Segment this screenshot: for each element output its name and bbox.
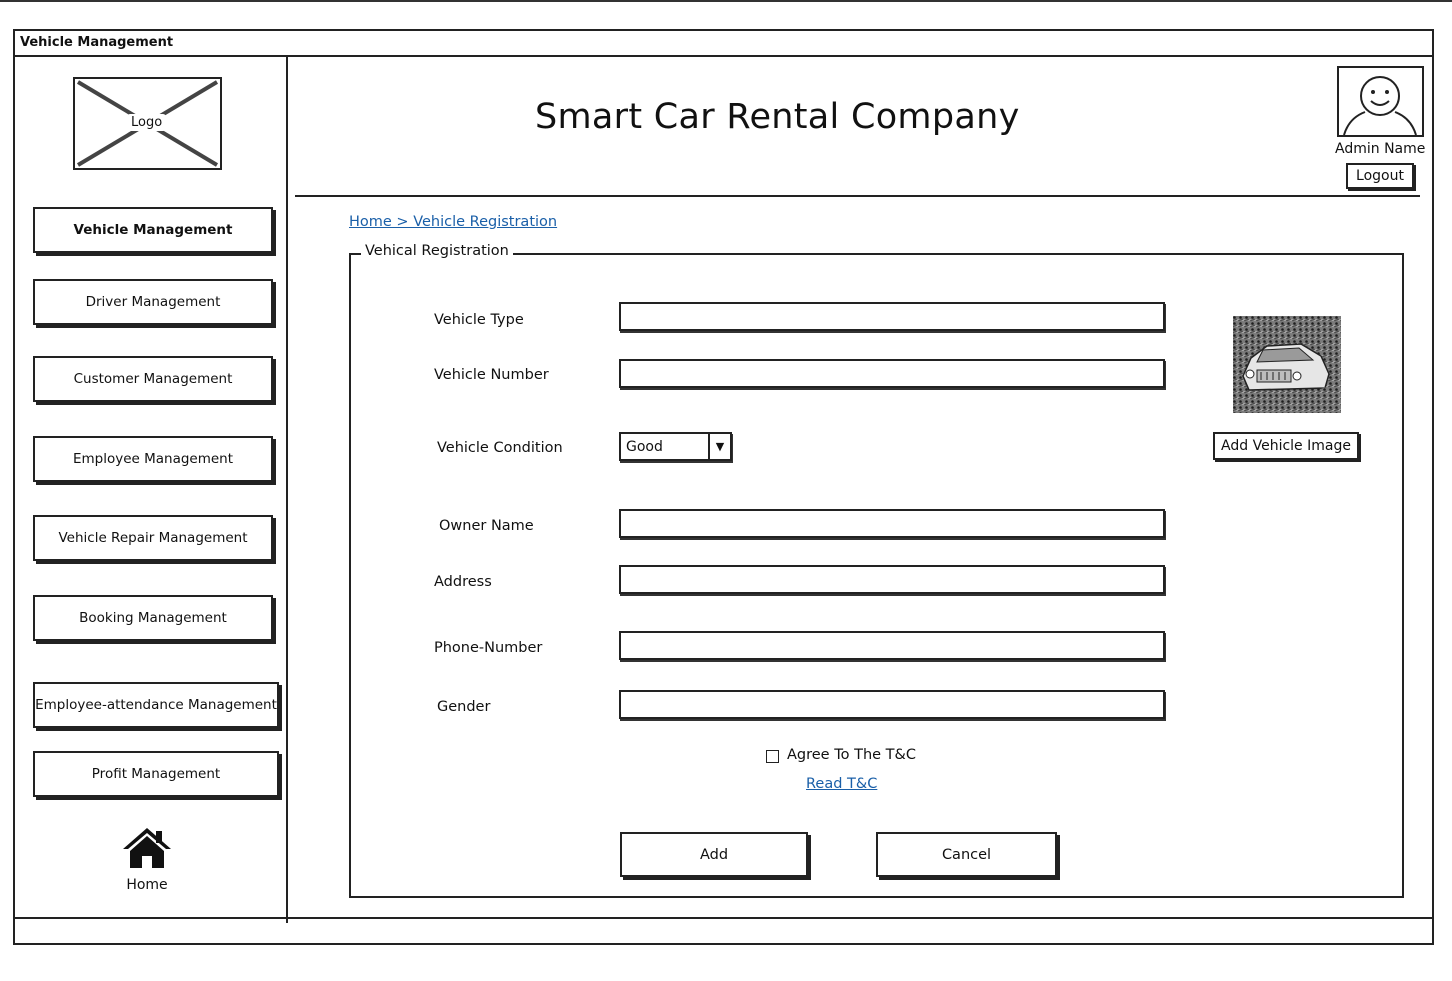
home-icon[interactable] — [122, 826, 172, 874]
cancel-button[interactable]: Cancel — [876, 832, 1057, 877]
vehicle-image — [1233, 316, 1341, 413]
agree-checkbox[interactable] — [766, 750, 779, 763]
vehicle-type-input[interactable] — [619, 302, 1165, 331]
sidebar-item-profit-management[interactable]: Profit Management — [33, 751, 279, 797]
user-avatar-icon — [1337, 66, 1424, 137]
sidebar-item-employee-management[interactable]: Employee Management — [33, 436, 273, 482]
read-tc-link[interactable]: Read T&C — [806, 776, 877, 792]
sidebar-item-driver-management[interactable]: Driver Management — [33, 279, 273, 325]
owner-name-label: Owner Name — [439, 518, 534, 534]
form-legend: Vehical Registration — [361, 243, 513, 259]
home-label[interactable]: Home — [115, 877, 179, 893]
sidebar-item-employee-attendance-management[interactable]: Employee-attendance Management — [33, 682, 279, 728]
window-title: Vehicle Management — [15, 31, 1432, 57]
vehicle-number-input[interactable] — [619, 359, 1165, 388]
address-label: Address — [434, 574, 492, 590]
add-button[interactable]: Add — [620, 832, 808, 877]
vehicle-type-label: Vehicle Type — [434, 312, 524, 328]
vehicle-condition-value: Good — [626, 439, 663, 455]
logo-placeholder: Logo — [73, 77, 222, 170]
dropdown-arrow-icon[interactable]: ▼ — [708, 434, 730, 459]
logo-label: Logo — [127, 114, 167, 131]
header-divider — [295, 195, 1420, 197]
gender-input[interactable] — [619, 690, 1165, 719]
sidebar-divider — [286, 57, 288, 923]
add-vehicle-image-button[interactable]: Add Vehicle Image — [1213, 432, 1359, 460]
admin-name: Admin Name — [1335, 141, 1426, 157]
top-border — [0, 0, 1452, 2]
gender-label: Gender — [437, 699, 491, 715]
logout-button[interactable]: Logout — [1346, 163, 1414, 189]
sidebar-item-vehicle-management[interactable]: Vehicle Management — [33, 207, 273, 253]
status-bar — [15, 917, 1432, 943]
breadcrumb[interactable]: Home > Vehicle Registration — [349, 214, 557, 230]
vehicle-condition-select[interactable]: Good ▼ — [619, 432, 732, 461]
sidebar-item-customer-management[interactable]: Customer Management — [33, 356, 273, 402]
sidebar-item-booking-management[interactable]: Booking Management — [33, 595, 273, 641]
owner-name-input[interactable] — [619, 509, 1165, 538]
agree-label: Agree To The T&C — [787, 747, 916, 763]
vehicle-number-label: Vehicle Number — [434, 367, 549, 383]
phone-number-label: Phone-Number — [434, 640, 543, 656]
address-input[interactable] — [619, 565, 1165, 594]
phone-number-input[interactable] — [619, 631, 1165, 660]
app-window: Vehicle Management Logo Vehicle Manageme… — [13, 29, 1434, 945]
page-title: Smart Car Rental Company — [535, 97, 1020, 137]
vehicle-condition-label: Vehicle Condition — [437, 440, 563, 456]
sidebar-item-vehicle-repair-management[interactable]: Vehicle Repair Management — [33, 515, 273, 561]
